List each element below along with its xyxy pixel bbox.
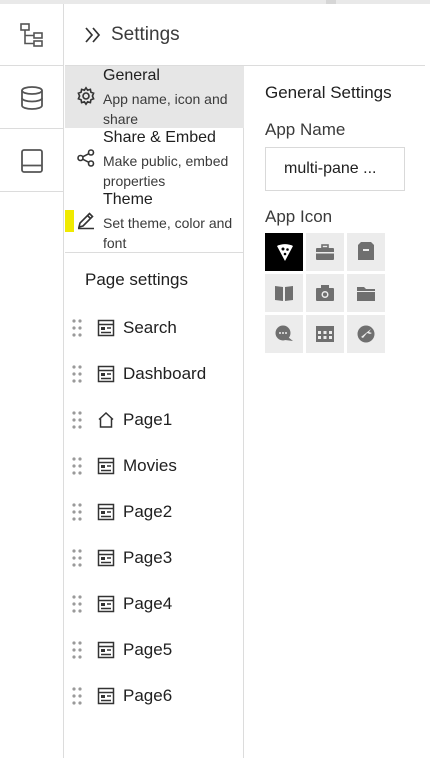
- app-name-input[interactable]: [265, 147, 405, 191]
- app-icon-option-folder[interactable]: [347, 274, 385, 312]
- app-icon-label: App Icon: [265, 207, 333, 226]
- menu-item-theme[interactable]: Theme Set theme, color and font: [65, 190, 244, 252]
- database-icon: [20, 85, 43, 110]
- app-icon-option-travel[interactable]: [347, 315, 385, 353]
- menu-item-description: App name, icon and share: [103, 91, 228, 127]
- page-layout-icon: [97, 457, 115, 475]
- pizza-icon: [277, 244, 293, 261]
- app-icon-option-calendar[interactable]: [306, 315, 344, 353]
- travel-globe-icon: [357, 325, 375, 343]
- page-label: Page2: [123, 502, 173, 521]
- page-label: Page6: [123, 686, 173, 705]
- share-icon: [77, 149, 95, 167]
- app-icon-option-camera[interactable]: [306, 274, 344, 312]
- app-name-label: App Name: [265, 120, 346, 139]
- rail-data-button[interactable]: [0, 67, 63, 129]
- chat-bubbles-icon: [275, 325, 293, 341]
- page-label: Page1: [123, 410, 173, 429]
- page-layout-icon: [97, 319, 115, 337]
- drag-handle-icon[interactable]: [71, 548, 83, 568]
- home-icon: [98, 411, 114, 428]
- archive-box-icon: [358, 242, 374, 260]
- app-icon-option-book[interactable]: [265, 274, 303, 312]
- page-layout-icon: [97, 687, 115, 705]
- page-list-item[interactable]: Movies: [65, 446, 244, 486]
- drag-handle-icon[interactable]: [71, 640, 83, 660]
- page-list-item[interactable]: Page1: [65, 400, 244, 440]
- briefcase-icon: [316, 244, 334, 260]
- drag-handle-icon[interactable]: [71, 686, 83, 706]
- icon-rail: [0, 4, 64, 758]
- gear-icon: [77, 86, 95, 106]
- folder-icon: [357, 287, 375, 301]
- page-list-item[interactable]: Search: [65, 308, 244, 348]
- page-list-item[interactable]: Dashboard: [65, 354, 244, 394]
- app-icon-option-pizza[interactable]: [265, 233, 303, 271]
- settings-nav: General App name, icon and share Share &…: [65, 66, 244, 758]
- pencil-icon: [77, 212, 94, 230]
- page-list-item[interactable]: Page2: [65, 492, 244, 532]
- page-list-item[interactable]: Page3: [65, 538, 244, 578]
- general-settings-panel: General Settings App Name App Icon: [245, 66, 425, 758]
- calendar-icon: [316, 326, 334, 342]
- page-list-item[interactable]: Page4: [65, 584, 244, 624]
- camera-icon: [316, 285, 334, 301]
- app-icon-option-chat[interactable]: [265, 315, 303, 353]
- page-label: Page4: [123, 594, 173, 613]
- page-label: Dashboard: [123, 364, 207, 383]
- general-settings-title: General Settings: [265, 83, 392, 102]
- menu-item-title: General: [103, 67, 160, 84]
- drag-handle-icon[interactable]: [71, 318, 83, 338]
- rail-docs-button[interactable]: [0, 130, 63, 192]
- page-settings-title: Page settings: [85, 270, 189, 289]
- menu-item-description: Make public, embed properties: [103, 153, 229, 189]
- app-icon-option-briefcase[interactable]: [306, 233, 344, 271]
- tree-icon: [19, 22, 43, 47]
- settings-title: Settings: [111, 23, 180, 45]
- page-list-item[interactable]: Page6: [65, 676, 244, 716]
- menu-item-title: Theme: [103, 191, 153, 208]
- page-label: Movies: [123, 456, 177, 475]
- page-label: Page5: [123, 640, 173, 659]
- app-icon-option-archive[interactable]: [347, 233, 385, 271]
- page-layout-icon: [97, 549, 115, 567]
- settings-header: Settings: [65, 4, 425, 66]
- menu-item-general[interactable]: General App name, icon and share: [65, 66, 244, 128]
- page-list-item[interactable]: Page5: [65, 630, 244, 670]
- menu-item-share-embed[interactable]: Share & Embed Make public, embed propert…: [65, 128, 244, 190]
- page-layout-icon: [97, 595, 115, 613]
- book-icon: [20, 148, 43, 173]
- page-layout-icon: [97, 365, 115, 383]
- drag-handle-icon[interactable]: [71, 410, 83, 430]
- drag-handle-icon[interactable]: [71, 502, 83, 522]
- page-layout-icon: [97, 503, 115, 521]
- menu-item-description: Set theme, color and font: [103, 215, 233, 251]
- drag-handle-icon[interactable]: [71, 594, 83, 614]
- divider: [65, 252, 244, 253]
- page-label: Search: [123, 318, 177, 337]
- page-layout-icon: [97, 641, 115, 659]
- double-chevron-right-icon: [85, 26, 101, 43]
- page-label: Page3: [123, 548, 173, 567]
- rail-pages-tree-button[interactable]: [0, 4, 63, 66]
- drag-handle-icon[interactable]: [71, 456, 83, 476]
- menu-item-title: Share & Embed: [103, 129, 216, 146]
- collapse-button[interactable]: [83, 25, 103, 45]
- open-book-icon: [275, 286, 293, 301]
- drag-handle-icon[interactable]: [71, 364, 83, 384]
